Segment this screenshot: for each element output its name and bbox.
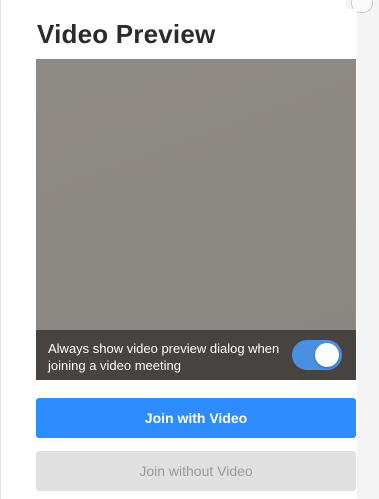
- window-frame: Video Preview Always show video preview …: [0, 0, 379, 499]
- preview-options-bar: Always show video preview dialog when jo…: [36, 330, 356, 380]
- always-show-preview-toggle[interactable]: [292, 340, 342, 370]
- join-without-video-button[interactable]: Join without Video: [36, 451, 356, 491]
- video-preview-dialog: Video Preview Always show video preview …: [18, 9, 357, 499]
- toggle-knob: [315, 343, 339, 367]
- always-show-preview-label: Always show video preview dialog when jo…: [48, 341, 280, 373]
- video-preview-area: Always show video preview dialog when jo…: [36, 59, 356, 380]
- join-with-video-button[interactable]: Join with Video: [36, 398, 356, 438]
- dialog-title: Video Preview: [37, 19, 216, 49]
